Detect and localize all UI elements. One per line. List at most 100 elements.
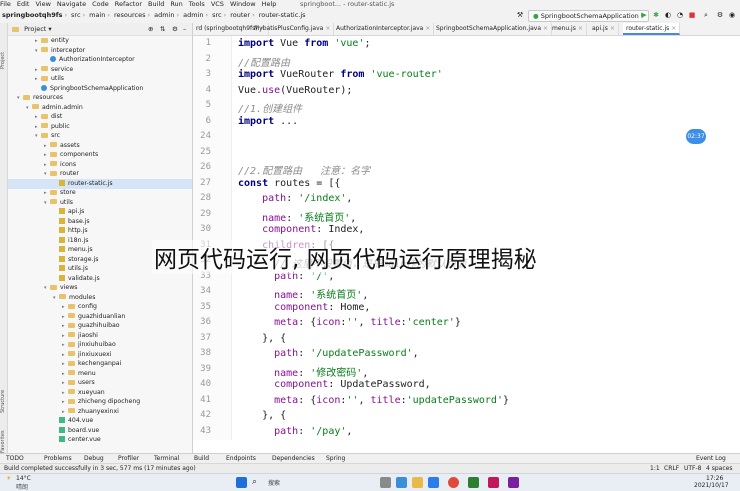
line-number[interactable]: 28	[191, 193, 211, 203]
tree-item[interactable]: ▾ interceptor	[8, 46, 192, 56]
code-line[interactable]: path: '/index',	[238, 193, 352, 204]
tree-item[interactable]: ▸ config	[8, 302, 192, 312]
tree-item[interactable]: SpringbootSchemaApplication	[8, 84, 192, 94]
line-number[interactable]: 29	[191, 209, 211, 219]
breadcrumb-item[interactable]: admin	[183, 11, 203, 19]
structure-tool-tab[interactable]: Structure	[0, 363, 7, 413]
app-icon[interactable]	[488, 477, 499, 488]
breadcrumb-item[interactable]: resources	[114, 11, 146, 19]
tree-item[interactable]: router-static.js	[8, 178, 192, 189]
code-line[interactable]: name: '系统首页',	[238, 209, 356, 224]
collapse-icon[interactable]: ⇅	[160, 23, 165, 35]
code-line[interactable]: path: '/pay',	[238, 426, 352, 437]
breadcrumb-item[interactable]: main	[89, 11, 105, 19]
line-number[interactable]: 25	[191, 147, 211, 157]
project-tool-tab[interactable]: Project	[0, 29, 7, 69]
chevron-down-icon[interactable]: ▾	[48, 25, 51, 33]
tree-item[interactable]: ▸ store	[8, 188, 192, 198]
tree-item[interactable]: ▾ admin.admin	[8, 103, 192, 113]
close-icon[interactable]: ×	[671, 25, 676, 32]
close-icon[interactable]: ×	[325, 25, 330, 32]
tree-item[interactable]: AuthorizationInterceptor	[8, 55, 192, 65]
line-number[interactable]: 34	[191, 286, 211, 296]
line-number[interactable]: 38	[191, 348, 211, 358]
line-number[interactable]: 1	[191, 38, 211, 48]
tree-item[interactable]: ▸ jinxiuhuibao	[8, 340, 192, 350]
idea-icon[interactable]	[508, 477, 519, 488]
taskbar-search-label[interactable]: 搜索	[268, 478, 280, 487]
tree-item[interactable]: ▸ xueyuan	[8, 388, 192, 398]
breadcrumb-item[interactable]: src	[71, 11, 81, 19]
tree-item[interactable]: ▸ guazhihuibao	[8, 321, 192, 331]
gear-icon[interactable]: ⚙	[172, 23, 178, 35]
breadcrumb-item[interactable]: springbootqh9fs	[2, 11, 62, 19]
editor-tab[interactable]: MybatisPlusConfig.java ×	[251, 23, 335, 35]
code-line[interactable]: meta: {icon:'', title:'center'}	[238, 317, 461, 328]
menu-edit[interactable]: Edit	[17, 0, 30, 8]
code-line[interactable]: //2.配置路由 注意：名字	[238, 162, 370, 177]
line-number[interactable]: 35	[191, 302, 211, 312]
code-line[interactable]: //1.创建组件	[238, 100, 302, 115]
edge-icon[interactable]	[428, 477, 439, 488]
code-line[interactable]: component: UpdatePassword,	[238, 379, 431, 390]
weather-temp[interactable]: 14°C	[16, 475, 31, 482]
code-line[interactable]: //配置路由	[238, 54, 290, 69]
menu-window[interactable]: Window	[230, 0, 256, 8]
tree-item[interactable]: ▸ service	[8, 65, 192, 75]
tree-item[interactable]: ▾ src	[8, 131, 192, 141]
close-icon[interactable]: ×	[543, 25, 548, 32]
code-line[interactable]: path: '/updatePassword',	[238, 348, 419, 359]
menu-run[interactable]: Run	[170, 0, 182, 8]
tree-item[interactable]: ▸ jiaoshi	[8, 331, 192, 341]
close-icon[interactable]: ×	[610, 25, 615, 32]
tree-item[interactable]: center.vue	[8, 435, 192, 445]
menu-help[interactable]: Help	[262, 0, 277, 8]
line-number[interactable]: 30	[191, 224, 211, 234]
tree-item[interactable]: board.vue	[8, 426, 192, 436]
editor-tab[interactable]: router-static.js ×	[623, 23, 681, 35]
start-menu-icon[interactable]	[236, 477, 247, 488]
code-line[interactable]: component: Home,	[238, 302, 370, 313]
close-icon[interactable]: ×	[425, 25, 430, 32]
settings-icon[interactable]: ⚙	[716, 11, 724, 19]
coverage-icon[interactable]: ◐	[664, 11, 672, 19]
clock-time[interactable]: 17:26	[706, 475, 723, 482]
code-line[interactable]: }, {	[238, 333, 286, 344]
search-icon[interactable]: ⌕	[252, 477, 263, 488]
breadcrumb-item[interactable]: router-static.js	[259, 11, 306, 19]
line-number[interactable]: 26	[191, 162, 211, 172]
code-line[interactable]: const routes = [{	[238, 178, 340, 189]
chrome-icon[interactable]	[448, 477, 459, 488]
tree-item[interactable]: ▸ users	[8, 378, 192, 388]
tree-item[interactable]: 404.vue	[8, 416, 192, 426]
menu-code[interactable]: Code	[92, 0, 109, 8]
code-line[interactable]: Vue.use(VueRouter);	[238, 85, 352, 96]
debug-icon[interactable]: ✱	[652, 11, 660, 19]
line-number[interactable]: 4	[191, 85, 211, 95]
menu-file[interactable]: File	[0, 0, 11, 8]
breadcrumb-item[interactable]: admin	[154, 11, 174, 19]
run-icon[interactable]: ▶	[640, 11, 648, 19]
line-number[interactable]: 42	[191, 410, 211, 420]
tree-item[interactable]: ▸ utils	[8, 74, 192, 84]
code-editor[interactable]: import Vue from 'vue'; //配置路由 import VueRo…	[232, 36, 740, 440]
code-line[interactable]: name: '系统首页',	[238, 286, 368, 301]
profiler-icon[interactable]: ◔	[676, 11, 684, 19]
file-explorer-icon[interactable]	[412, 477, 423, 488]
search-icon[interactable]: ⌕	[702, 11, 710, 19]
line-number[interactable]: 40	[191, 379, 211, 389]
editor-tab[interactable]: SpringbootSchemaApplication.java ×	[433, 23, 553, 35]
clock-date[interactable]: 2021/10/17	[694, 482, 729, 489]
tree-item[interactable]: ▸ public	[8, 122, 192, 132]
hammer-icon[interactable]: ⚒	[516, 11, 524, 19]
code-line[interactable]: name: '修改密码',	[238, 364, 368, 379]
project-panel-title[interactable]: Project	[24, 25, 46, 33]
tree-item[interactable]: ▾ resources	[8, 93, 192, 103]
menu-tools[interactable]: Tools	[189, 0, 205, 8]
menu-vcs[interactable]: VCS	[211, 0, 224, 8]
tree-item[interactable]: ▸ assets	[8, 141, 192, 151]
wechat-icon[interactable]	[468, 477, 479, 488]
tree-item[interactable]: api.js	[8, 207, 192, 217]
code-line[interactable]: import VueRouter from 'vue-router'	[238, 69, 443, 80]
tree-item[interactable]: ▸ jinxiuxuexi	[8, 350, 192, 360]
